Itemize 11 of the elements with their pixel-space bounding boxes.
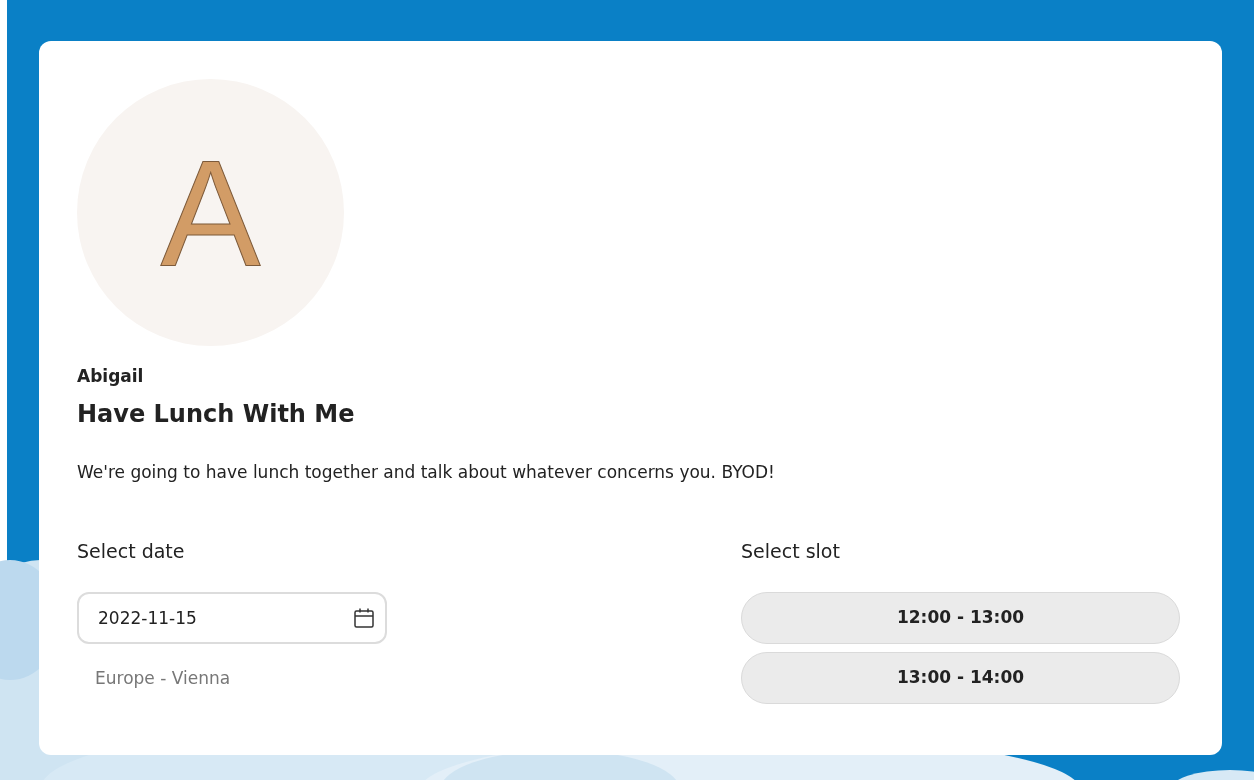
calendar-icon[interactable] (353, 606, 375, 629)
avatar: A (77, 79, 344, 346)
timezone-label: Europe - Vienna (95, 666, 231, 690)
date-field[interactable]: 2022-11-15 (77, 591, 387, 644)
event-title: Have Lunch With Me (77, 398, 356, 430)
host-name: Abigail (77, 365, 145, 388)
date-label: Select date (77, 539, 185, 564)
time-slot-button[interactable]: 13:00 - 14:00 (741, 651, 1180, 704)
slot-label: Select slot (741, 539, 840, 564)
event-description: We're going to have lunch together and talk about whatever concerns you. BYOD! (77, 460, 776, 484)
time-slot-button[interactable]: 12:00 - 13:00 (741, 591, 1180, 644)
